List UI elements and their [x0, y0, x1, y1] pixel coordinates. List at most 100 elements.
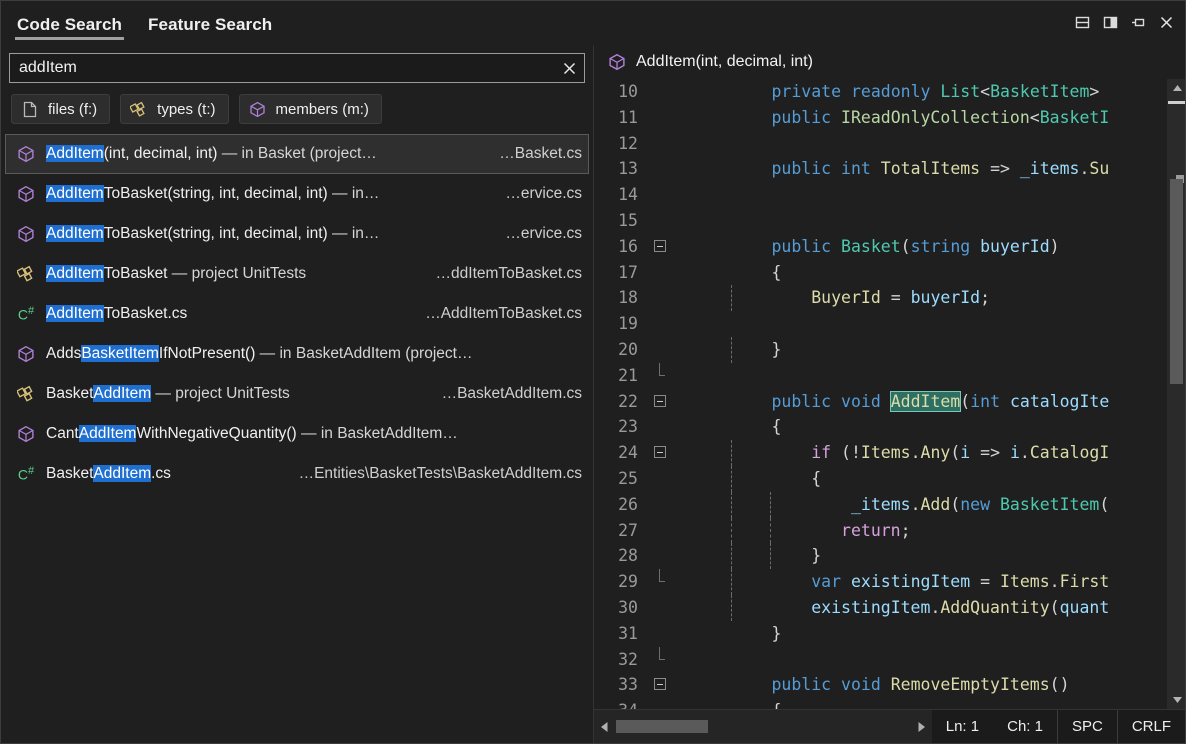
indent-guide	[731, 466, 732, 492]
split-vertical-icon[interactable]	[1099, 11, 1121, 33]
result-icon	[14, 265, 38, 283]
indent-guide	[770, 492, 771, 518]
line-number: 24	[594, 440, 648, 466]
status-line-ending[interactable]: CRLF	[1117, 710, 1185, 743]
filter-files-label: files (f:)	[48, 101, 97, 118]
indent-guide	[731, 492, 732, 518]
preview-header: AddItem(int, decimal, int)	[594, 45, 1185, 79]
collapse-toggle-icon[interactable]	[654, 240, 666, 252]
code-text: {	[692, 260, 1167, 286]
result-label: BasketAddItem — project UnitTests	[46, 385, 290, 403]
code-text: existingItem.AddQuantity(quant	[692, 595, 1167, 621]
code-line: 18 BuyerId = buyerId;	[594, 285, 1167, 311]
code-text: _items.Add(new BasketItem(	[692, 492, 1167, 518]
file-icon	[21, 100, 39, 118]
filter-members[interactable]: members (m:)	[239, 94, 382, 124]
code-text: private readonly List<BasketItem>	[692, 79, 1167, 105]
line-number: 23	[594, 414, 648, 440]
collapse-toggle-icon[interactable]	[654, 678, 666, 690]
line-number: 11	[594, 105, 648, 131]
filter-members-label: members (m:)	[276, 101, 369, 118]
line-number: 33	[594, 672, 648, 698]
code-line: 10 private readonly List<BasketItem>	[594, 79, 1167, 105]
code-text: public IReadOnlyCollection<BasketI	[692, 105, 1167, 131]
result-row[interactable]: C#AddItemToBasket.cs…AddItemToBasket.cs	[5, 294, 589, 334]
tab-code-search[interactable]: Code Search	[15, 4, 124, 45]
collapse-toggle-icon[interactable]	[654, 395, 666, 407]
filter-files[interactable]: files (f:)	[11, 94, 110, 124]
scrollbar-position-marker	[1168, 101, 1185, 104]
line-number: 16	[594, 234, 648, 260]
scroll-left-arrow[interactable]	[594, 710, 614, 743]
filter-types[interactable]: types (t:)	[120, 94, 228, 124]
result-row[interactable]: AddsBasketItemIfNotPresent() — in Basket…	[5, 334, 589, 374]
status-indentation[interactable]: SPC	[1057, 710, 1117, 743]
code-line: 22 public void AddItem(int catalogIte	[594, 389, 1167, 415]
line-number: 31	[594, 621, 648, 647]
result-label: AddItemToBasket(string, int, decimal, in…	[46, 225, 379, 243]
csharp-icon: C#	[18, 465, 34, 483]
fold-line	[659, 647, 660, 659]
result-row[interactable]: AddItemToBasket — project UnitTests…ddIt…	[5, 254, 589, 294]
line-number: 29	[594, 569, 648, 595]
collapse-toggle-icon[interactable]	[654, 446, 666, 458]
result-label: AddItemToBasket(string, int, decimal, in…	[46, 185, 379, 203]
title-bar: Code Search Feature Search	[1, 1, 1185, 45]
code-line: 31 }	[594, 621, 1167, 647]
code-line: 14	[594, 182, 1167, 208]
scroll-right-arrow[interactable]	[912, 710, 932, 743]
code-text: }	[692, 621, 1167, 647]
search-box[interactable]	[9, 53, 585, 83]
code-text: if (!Items.Any(i => i.CatalogI	[692, 440, 1167, 466]
horizontal-scrollbar[interactable]	[594, 710, 932, 743]
indent-guide	[731, 569, 732, 595]
code-line: 23 {	[594, 414, 1167, 440]
scroll-down-arrow[interactable]	[1168, 691, 1185, 709]
result-label: AddItemToBasket.cs	[46, 305, 187, 323]
line-number: 22	[594, 389, 648, 415]
line-number: 28	[594, 543, 648, 569]
search-input[interactable]	[10, 59, 554, 77]
code-line: 33 public void RemoveEmptyItems()	[594, 672, 1167, 698]
indent-guide	[731, 337, 732, 363]
result-icon: C#	[14, 305, 38, 323]
result-row[interactable]: C#BasketAddItem.cs…Entities\BasketTests\…	[5, 454, 589, 494]
scroll-up-arrow[interactable]	[1168, 79, 1185, 97]
clear-search-icon[interactable]	[554, 54, 584, 82]
main-body: files (f:) types (t:)	[1, 45, 1185, 743]
tab-feature-search[interactable]: Feature Search	[146, 4, 274, 45]
line-number: 30	[594, 595, 648, 621]
vertical-scrollbar-thumb[interactable]	[1170, 179, 1183, 384]
code-lines[interactable]: 10 private readonly List<BasketItem>11 p…	[594, 79, 1167, 709]
result-row[interactable]: CantAddItemWithNegativeQuantity() — in B…	[5, 414, 589, 454]
window-controls	[1071, 11, 1177, 33]
filter-types-label: types (t:)	[157, 101, 215, 118]
code-line: 29 var existingItem = Items.First	[594, 569, 1167, 595]
code-line: 32	[594, 647, 1167, 673]
result-path: …Entities\BasketTests\BasketAddItem.cs	[281, 465, 582, 483]
code-text: {	[692, 466, 1167, 492]
indent-guide	[731, 518, 732, 544]
line-number: 14	[594, 182, 648, 208]
split-horizontal-icon[interactable]	[1071, 11, 1093, 33]
close-icon[interactable]	[1155, 11, 1177, 33]
code-line: 13 public int TotalItems => _items.Su	[594, 156, 1167, 182]
result-row[interactable]: AddItemToBasket(string, int, decimal, in…	[5, 214, 589, 254]
code-text: var existingItem = Items.First	[692, 569, 1167, 595]
fold-line	[659, 363, 660, 375]
line-number: 19	[594, 311, 648, 337]
code-line: 28 }	[594, 543, 1167, 569]
indent-guide	[731, 543, 732, 569]
code-line: 30 existingItem.AddQuantity(quant	[594, 595, 1167, 621]
result-row[interactable]: AddItemToBasket(string, int, decimal, in…	[5, 174, 589, 214]
horizontal-scrollbar-thumb[interactable]	[616, 720, 708, 733]
result-row[interactable]: AddItem(int, decimal, int) — in Basket (…	[5, 134, 589, 174]
result-row[interactable]: BasketAddItem — project UnitTests…Basket…	[5, 374, 589, 414]
dock-pin-icon[interactable]	[1127, 11, 1149, 33]
tab-strip: Code Search Feature Search	[1, 1, 274, 45]
line-number: 10	[594, 79, 648, 105]
code-line: 21	[594, 363, 1167, 389]
search-results-list[interactable]: AddItem(int, decimal, int) — in Basket (…	[1, 134, 593, 743]
vertical-scrollbar[interactable]	[1167, 79, 1185, 709]
code-text: }	[692, 543, 1167, 569]
